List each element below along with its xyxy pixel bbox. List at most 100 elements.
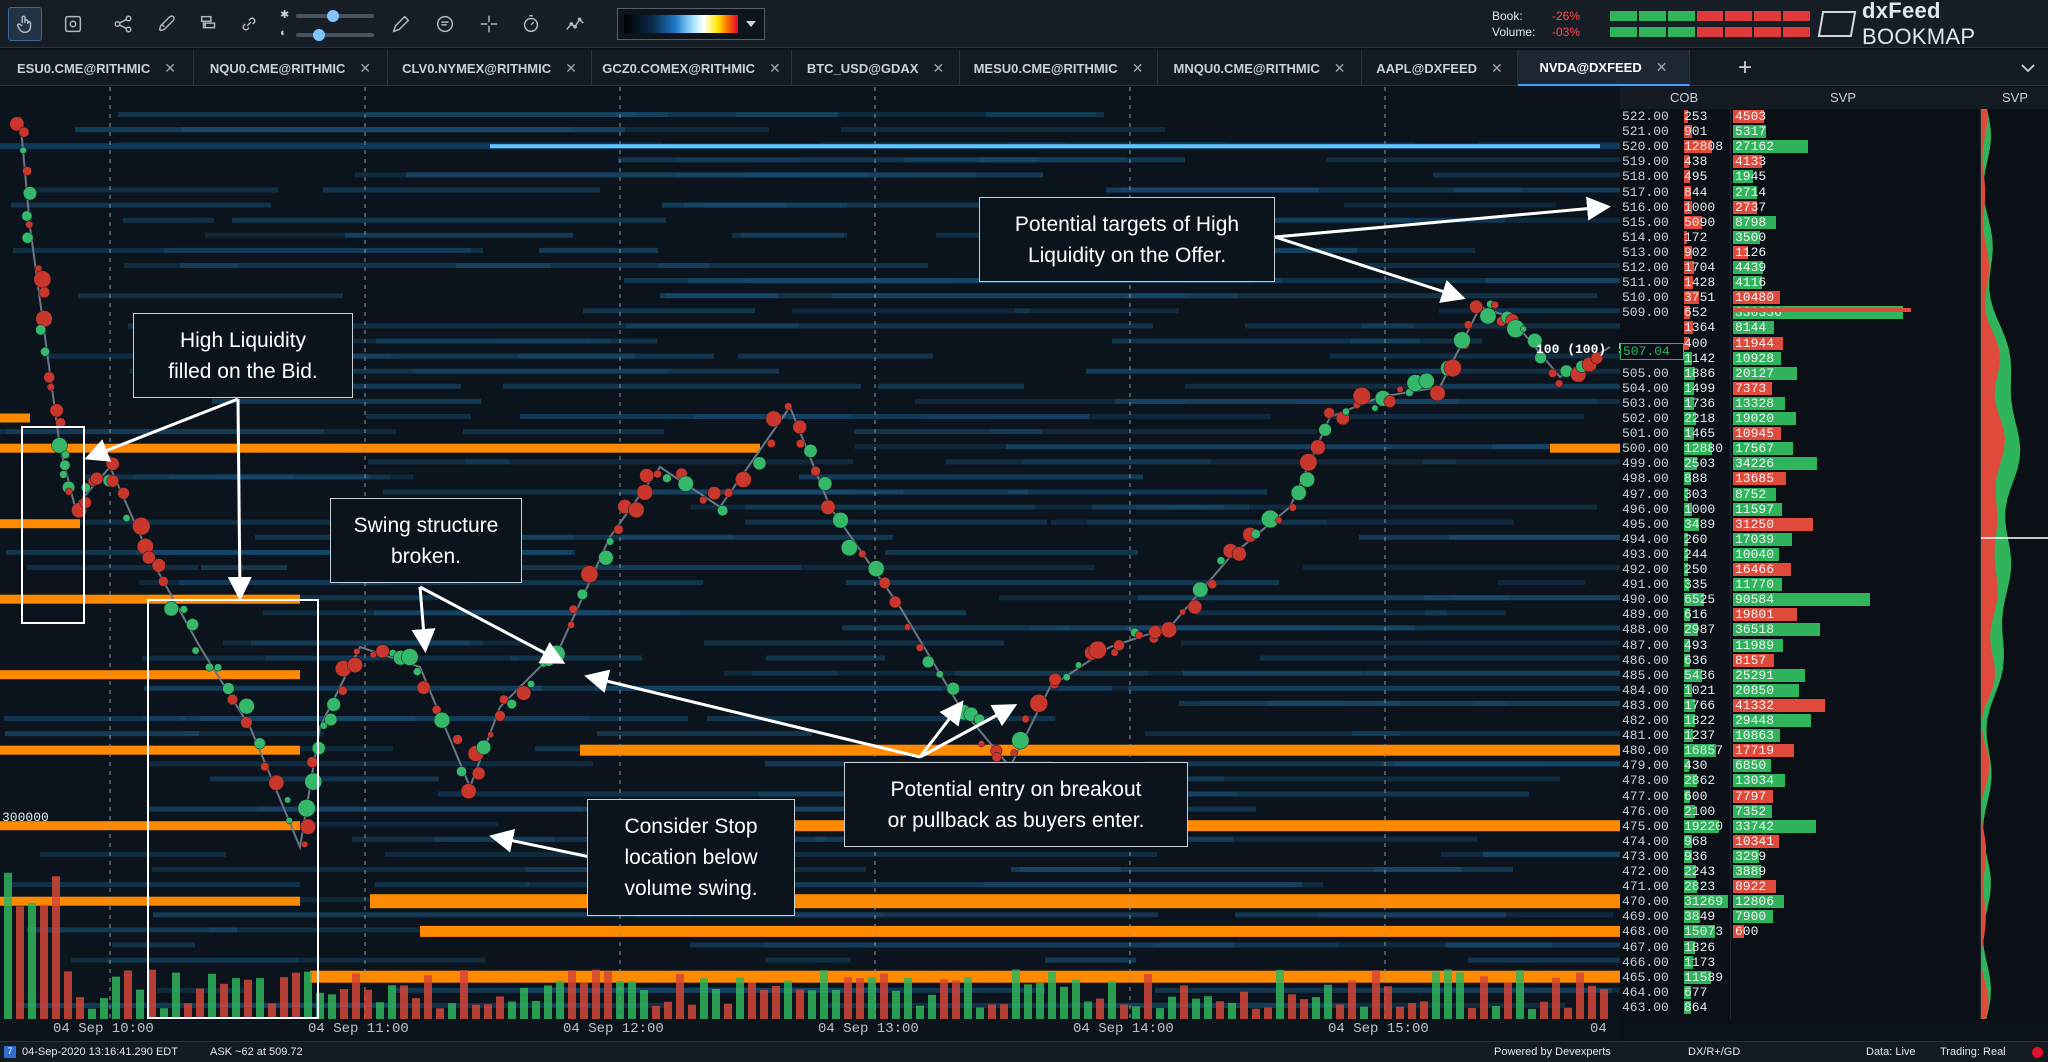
layers-icon[interactable] <box>192 7 226 41</box>
ladder-row[interactable]: 514.00 172 <box>1620 230 1730 245</box>
tab-gcz0-comex-rithmic[interactable]: GCZ0.COMEX@RITHMIC ✕ <box>592 50 792 86</box>
ladder-row[interactable]: 485.00 5436 <box>1620 668 1730 683</box>
ladder-row[interactable]: 504.00 1499 <box>1620 381 1730 396</box>
ladder-row[interactable]: 480.00 16857 <box>1620 743 1730 758</box>
ladder-row[interactable]: 522.00 253 <box>1620 109 1730 124</box>
ladder-row[interactable]: 521.00 901 <box>1620 124 1730 139</box>
ladder-row[interactable]: 464.00 677 <box>1620 985 1730 1000</box>
svp-panel: 4503 5317 27162 4133 1945 2714 2737 8798 3500 112… <box>1730 109 1980 1019</box>
chat-icon[interactable] <box>428 7 462 41</box>
brand-name-rest: BOOKMAP <box>1861 24 1976 49</box>
ladder-row[interactable]: 515.00 5090 <box>1620 215 1730 230</box>
tab-esu0-cme-rithmic[interactable]: ESU0.CME@RITHMIC ✕ <box>0 50 194 86</box>
ladder-row[interactable]: 520.00 12808 <box>1620 139 1730 154</box>
ladder-row[interactable]: 488.00 2987 <box>1620 622 1730 637</box>
chevron-down-icon[interactable] <box>2016 56 2040 80</box>
ladder-row[interactable]: 465.00 11589 <box>1620 970 1730 985</box>
close-icon[interactable]: ✕ <box>1132 60 1144 77</box>
close-icon[interactable]: ✕ <box>1491 60 1503 77</box>
heatmap-liquidity-band <box>1359 263 1620 268</box>
close-icon[interactable]: ✕ <box>1334 60 1346 77</box>
ladder-row[interactable]: 463.00 864 <box>1620 1000 1730 1015</box>
link-icon[interactable] <box>232 7 266 41</box>
tab-nqu0-cme-rithmic[interactable]: NQU0.CME@RITHMIC ✕ <box>194 50 388 86</box>
ladder-row[interactable]: 469.00 3849 <box>1620 909 1730 924</box>
ladder-row[interactable]: 473.00 936 <box>1620 849 1730 864</box>
ladder-row[interactable]: 493.00 244 <box>1620 547 1730 562</box>
ladder-row[interactable]: 1364 <box>1620 320 1730 335</box>
ladder-row[interactable]: 470.00 31269 <box>1620 894 1730 909</box>
ladder-row[interactable]: 502.00 2218 <box>1620 411 1730 426</box>
brightness-slider-knob[interactable] <box>327 10 339 22</box>
ladder-row[interactable]: 497.00 303 <box>1620 487 1730 502</box>
close-icon[interactable]: ✕ <box>164 60 176 77</box>
tab-nvda-dxfeed[interactable]: NVDA@DXFEED ✕ <box>1518 50 1690 86</box>
heatmap-chart[interactable]: 300000 100 (100) 507.04 High Liquidity f… <box>0 87 1620 1019</box>
ladder-row[interactable]: 517.00 844 <box>1620 185 1730 200</box>
close-icon[interactable]: ✕ <box>769 60 781 77</box>
add-tab-button[interactable]: + <box>1728 50 1762 86</box>
ladder-row[interactable]: 490.00 6525 <box>1620 592 1730 607</box>
close-icon[interactable]: ✕ <box>1656 59 1668 76</box>
snapshot-icon[interactable] <box>56 7 90 41</box>
ladder-row[interactable]: 500.00 12880 <box>1620 441 1730 456</box>
crosshair-icon[interactable] <box>472 7 506 41</box>
contrast-slider[interactable] <box>296 33 374 37</box>
ladder-row[interactable]: 478.00 2862 <box>1620 773 1730 788</box>
ladder-row[interactable]: 503.00 1736 <box>1620 396 1730 411</box>
ladder-row[interactable]: 492.00 250 <box>1620 562 1730 577</box>
ladder-row[interactable]: 505.00 1886 <box>1620 366 1730 381</box>
ladder-row[interactable]: 487.00 493 <box>1620 638 1730 653</box>
ladder-row[interactable]: 489.00 616 <box>1620 607 1730 622</box>
ladder-row[interactable]: 467.00 1826 <box>1620 940 1730 955</box>
stopwatch-icon[interactable] <box>514 7 548 41</box>
indicator-icon[interactable] <box>558 7 592 41</box>
pencil-icon[interactable] <box>384 7 418 41</box>
ladder-row[interactable]: 468.00 15073 <box>1620 924 1730 939</box>
close-icon[interactable]: ✕ <box>359 60 371 77</box>
ladder-row[interactable]: 481.00 1237 <box>1620 728 1730 743</box>
ladder-row[interactable]: 494.00 260 <box>1620 532 1730 547</box>
trade-bubble <box>253 737 266 750</box>
ladder-row[interactable]: 482.00 1822 <box>1620 713 1730 728</box>
ladder-row[interactable]: 509.00 652 <box>1620 305 1730 320</box>
ladder-row[interactable]: 511.00 1428 <box>1620 275 1730 290</box>
price-ladder[interactable]: 522.00 253 521.00 901 520.00 12808 519.00 438 51… <box>1620 109 1730 1019</box>
ladder-row[interactable]: 499.00 2503 <box>1620 456 1730 471</box>
ladder-row[interactable]: 479.00 430 <box>1620 758 1730 773</box>
ladder-row[interactable]: 484.00 1021 <box>1620 683 1730 698</box>
tab-mesu0-cme-rithmic[interactable]: MESU0.CME@RITHMIC ✕ <box>960 50 1158 86</box>
pointer-icon[interactable] <box>8 7 42 41</box>
ladder-row[interactable]: 519.00 438 <box>1620 154 1730 169</box>
contrast-slider-knob[interactable] <box>313 29 325 41</box>
ladder-row[interactable]: 472.00 2243 <box>1620 864 1730 879</box>
ladder-row[interactable]: 466.00 1173 <box>1620 955 1730 970</box>
ladder-row[interactable]: 518.00 495 <box>1620 169 1730 184</box>
rocket-icon[interactable] <box>150 7 184 41</box>
ladder-row[interactable]: 476.00 2100 <box>1620 804 1730 819</box>
ladder-row[interactable]: 474.00 968 <box>1620 834 1730 849</box>
tab-aapl-dxfeed[interactable]: AAPL@DXFEED ✕ <box>1362 50 1518 86</box>
tab-btc-usd-gdax[interactable]: BTC_USD@GDAX ✕ <box>792 50 960 86</box>
ladder-row[interactable]: 483.00 1766 <box>1620 698 1730 713</box>
ladder-row[interactable]: 512.00 1704 <box>1620 260 1730 275</box>
tab-mnqu0-cme-rithmic[interactable]: MNQU0.CME@RITHMIC ✕ <box>1158 50 1362 86</box>
tab-clv0-nymex-rithmic[interactable]: CLV0.NYMEX@RITHMIC ✕ <box>388 50 592 86</box>
ladder-row[interactable]: 495.00 3489 <box>1620 517 1730 532</box>
svp-row: 10040 <box>1731 547 1980 562</box>
ladder-row[interactable]: 498.00 888 <box>1620 471 1730 486</box>
close-icon[interactable]: ✕ <box>932 60 944 77</box>
ladder-row[interactable]: 496.00 1000 <box>1620 502 1730 517</box>
ladder-row[interactable]: 486.00 636 <box>1620 653 1730 668</box>
share-icon[interactable] <box>106 7 140 41</box>
ladder-row[interactable]: 475.00 19220 <box>1620 819 1730 834</box>
ladder-row[interactable]: 516.00 1000 <box>1620 200 1730 215</box>
ladder-row[interactable]: 510.00 3751 <box>1620 290 1730 305</box>
heatmap-palette-select[interactable] <box>617 8 765 40</box>
ladder-row[interactable]: 513.00 902 <box>1620 245 1730 260</box>
ladder-row[interactable]: 501.00 1465 <box>1620 426 1730 441</box>
ladder-row[interactable]: 471.00 2823 <box>1620 879 1730 894</box>
ladder-row[interactable]: 477.00 600 <box>1620 789 1730 804</box>
ladder-row[interactable]: 491.00 335 <box>1620 577 1730 592</box>
close-icon[interactable]: ✕ <box>565 60 577 77</box>
